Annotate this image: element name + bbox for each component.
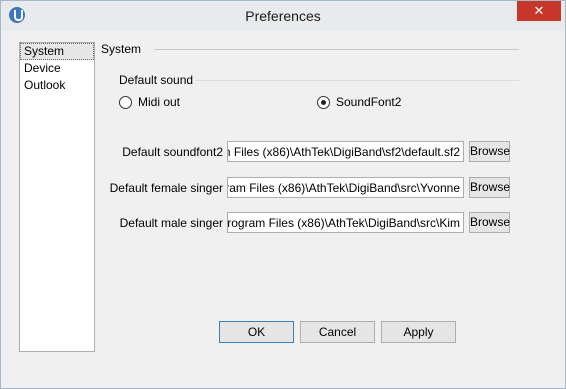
soundfont2-label: Default soundfont2 xyxy=(122,145,223,159)
category-list[interactable]: System Device Outlook xyxy=(19,42,95,352)
ok-button[interactable]: OK xyxy=(219,321,294,343)
category-item-system[interactable]: System xyxy=(20,43,94,60)
female-singer-label: Default female singer xyxy=(109,181,223,195)
default-sound-label: Default sound xyxy=(119,73,194,87)
apply-button[interactable]: Apply xyxy=(381,321,456,343)
preferences-window: Preferences ✕ System Device Outlook Syst… xyxy=(0,0,566,389)
radio-soundfont2-label: SoundFont2 xyxy=(336,95,402,109)
radio-unchecked-icon[interactable] xyxy=(119,95,132,109)
male-singer-path-input[interactable]: C:\Program Files (x86)\AthTek\DigiBand\s… xyxy=(227,212,464,233)
section-divider xyxy=(154,49,519,50)
browse-soundfont2-button[interactable]: Browse xyxy=(469,141,510,162)
radio-midi-out[interactable]: Midi out xyxy=(119,94,180,110)
dialog-body: System Device Outlook System Default sou… xyxy=(9,32,558,382)
category-item-device[interactable]: Device xyxy=(20,60,94,77)
soundfont2-path-input[interactable]: C:\Program Files (x86)\AthTek\DigiBand\s… xyxy=(227,141,464,162)
soundfont2-path-value: C:\Program Files (x86)\AthTek\DigiBand\s… xyxy=(228,144,460,159)
male-singer-label: Default male singer xyxy=(119,216,223,230)
female-singer-path-input[interactable]: C:\Program Files (x86)\AthTek\DigiBand\s… xyxy=(227,177,464,198)
cancel-button[interactable]: Cancel xyxy=(300,321,375,343)
browse-male-singer-button[interactable]: Browse xyxy=(469,212,510,233)
window-title: Preferences xyxy=(245,8,321,24)
category-item-outlook[interactable]: Outlook xyxy=(20,77,94,94)
default-sound-divider xyxy=(195,80,519,81)
radio-checked-icon[interactable] xyxy=(317,95,330,109)
close-button[interactable]: ✕ xyxy=(517,1,561,21)
male-singer-path-value: C:\Program Files (x86)\AthTek\DigiBand\s… xyxy=(227,215,460,230)
browse-female-singer-button[interactable]: Browse xyxy=(469,177,510,198)
radio-soundfont2[interactable]: SoundFont2 xyxy=(317,94,401,110)
title-bar: Preferences ✕ xyxy=(1,1,565,31)
radio-midi-out-label: Midi out xyxy=(138,95,181,109)
section-title: System xyxy=(101,42,142,56)
female-singer-path-value: C:\Program Files (x86)\AthTek\DigiBand\s… xyxy=(227,180,460,195)
